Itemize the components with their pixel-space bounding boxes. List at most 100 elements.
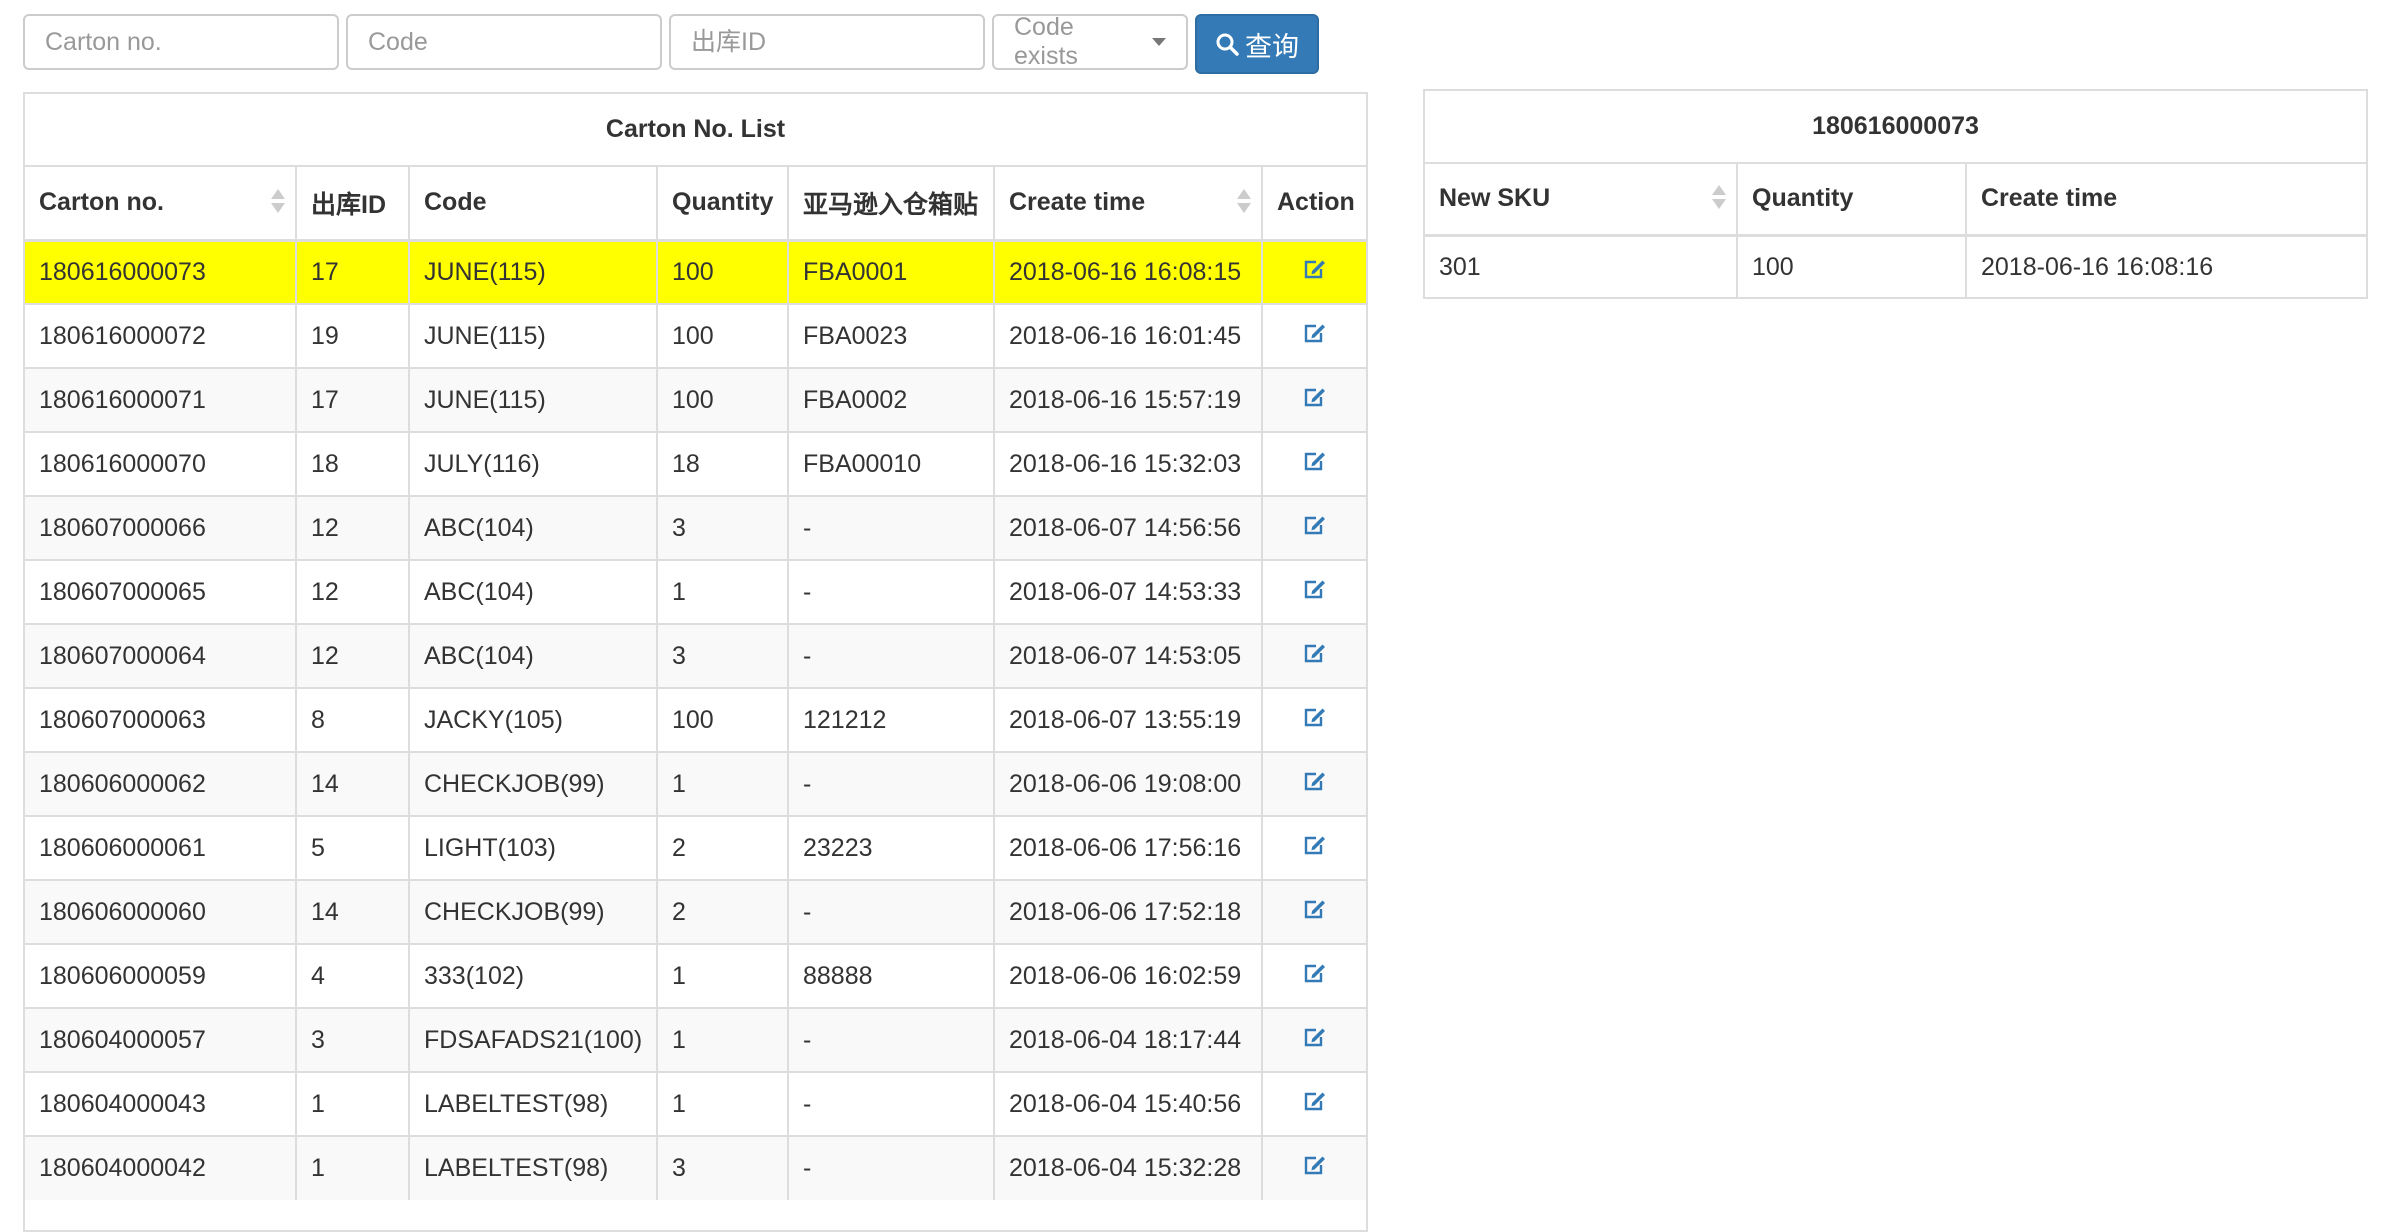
cell-carton-no: 180616000070 bbox=[25, 431, 297, 496]
cell-create-time: 2018-06-16 16:08:16 bbox=[1966, 234, 2366, 297]
outbound-id-input[interactable] bbox=[669, 14, 985, 70]
cell-create-time: 2018-06-04 15:32:28 bbox=[994, 1135, 1263, 1200]
edit-icon[interactable] bbox=[1303, 642, 1327, 671]
carton-list-title: Carton No. List bbox=[25, 94, 1366, 167]
edit-icon[interactable] bbox=[1303, 706, 1327, 735]
table-row[interactable]: 180616000071 17 JUNE(115) 100 FBA0002 2018-06… bbox=[25, 367, 1366, 432]
cell-create-time: 2018-06-07 13:55:19 bbox=[994, 687, 1263, 752]
cell-carton-no: 180616000073 bbox=[25, 239, 297, 304]
carton-table-header: Carton no. 出库ID Code Quantity 亚马逊入仓箱贴 Cr… bbox=[25, 167, 1366, 242]
header-carton-no[interactable]: Carton no. bbox=[25, 167, 297, 242]
table-row[interactable]: 180607000064 12 ABC(104) 3-2018-06-07 14:53… bbox=[25, 623, 1366, 688]
table-row[interactable]: 180604000043 1 LABELTEST(98) 1-2018-06-04 1… bbox=[25, 1071, 1366, 1136]
cell-create-time: 2018-06-07 14:56:56 bbox=[994, 495, 1263, 560]
cell-outbound-id: 17 bbox=[296, 239, 410, 304]
cell-amazon-label: FBA0002 bbox=[788, 367, 995, 432]
cell-code: ABC(104) bbox=[409, 623, 658, 688]
table-row[interactable]: 180607000066 12 ABC(104) 3-2018-06-07 14:56… bbox=[25, 495, 1366, 560]
header-label: Action bbox=[1277, 188, 1355, 217]
header-create-time[interactable]: Create time bbox=[994, 167, 1263, 242]
header-label: Quantity bbox=[1752, 184, 1854, 213]
cell-outbound-id: 14 bbox=[296, 879, 410, 944]
cell-create-time: 2018-06-07 14:53:05 bbox=[994, 623, 1263, 688]
cell-code: ABC(104) bbox=[409, 559, 658, 624]
cell-carton-no: 180606000061 bbox=[25, 815, 297, 880]
table-row[interactable]: 180604000042 1 LABELTEST(98) 3-2018-06-04 1… bbox=[25, 1135, 1366, 1200]
cell-action bbox=[1262, 687, 1366, 752]
table-row[interactable]: 180616000072 19 JUNE(115) 100 FBA0023 2018-06… bbox=[25, 303, 1366, 368]
detail-table-header: New SKU Quantity Create time bbox=[1425, 164, 2366, 237]
cell-code: CHECKJOB(99) bbox=[409, 751, 658, 816]
edit-icon[interactable] bbox=[1303, 898, 1327, 927]
cell-amazon-label: - bbox=[788, 751, 995, 816]
cell-action bbox=[1262, 367, 1366, 432]
cell-create-time: 2018-06-06 17:56:16 bbox=[994, 815, 1263, 880]
header-label: Quantity bbox=[672, 188, 774, 217]
table-row[interactable]: 180616000070 18 JULY(116) 18 FBA00010 2018-06… bbox=[25, 431, 1366, 496]
carton-no-input[interactable] bbox=[23, 14, 339, 70]
table-row[interactable]: 180616000073 17 JUNE(115) 100 FBA0001 2018-06… bbox=[25, 239, 1366, 304]
cell-code: LABELTEST(98) bbox=[409, 1135, 658, 1200]
cell-code: JUNE(115) bbox=[409, 303, 658, 368]
edit-icon[interactable] bbox=[1303, 322, 1327, 351]
caret-down-icon bbox=[1152, 38, 1166, 46]
table-row[interactable]: 180606000060 14 CHECKJOB(99) 2-2018-06-06 1… bbox=[25, 879, 1366, 944]
cell-action bbox=[1262, 623, 1366, 688]
edit-icon[interactable] bbox=[1303, 1154, 1327, 1183]
cell-quantity: 100 bbox=[657, 303, 789, 368]
header-new-sku[interactable]: New SKU bbox=[1425, 164, 1738, 237]
header-label: Create time bbox=[1009, 188, 1146, 217]
cell-amazon-label: - bbox=[788, 879, 995, 944]
cell-action bbox=[1262, 431, 1366, 496]
table-row[interactable]: 180606000062 14 CHECKJOB(99) 1-2018-06-06 1… bbox=[25, 751, 1366, 816]
cell-code: JULY(116) bbox=[409, 431, 658, 496]
table-row[interactable]: 180607000065 12 ABC(104) 1-2018-06-07 14:53… bbox=[25, 559, 1366, 624]
header-label: Code bbox=[424, 188, 487, 217]
edit-icon[interactable] bbox=[1303, 962, 1327, 991]
table-row[interactable]: 180607000063 8 JACKY(105) 100 121212 2018-06-… bbox=[25, 687, 1366, 752]
cell-carton-no: 180607000063 bbox=[25, 687, 297, 752]
code-exists-label: Code exists bbox=[1014, 13, 1078, 70]
cell-quantity: 1 bbox=[657, 1071, 789, 1136]
cell-carton-no: 180604000043 bbox=[25, 1071, 297, 1136]
header-label: Carton no. bbox=[39, 188, 164, 217]
edit-icon[interactable] bbox=[1303, 514, 1327, 543]
cell-action bbox=[1262, 815, 1366, 880]
edit-icon[interactable] bbox=[1303, 386, 1327, 415]
cell-carton-no: 180607000066 bbox=[25, 495, 297, 560]
code-input[interactable] bbox=[346, 14, 662, 70]
cell-carton-no: 180604000057 bbox=[25, 1007, 297, 1072]
table-row[interactable]: 180604000057 3 FDSAFADS21(100) 1-2018-06-04… bbox=[25, 1007, 1366, 1072]
edit-icon[interactable] bbox=[1303, 770, 1327, 799]
table-row[interactable]: 180606000061 5 LIGHT(103) 2 23223 2018-06-06 … bbox=[25, 815, 1366, 880]
carton-table: Carton no. 出库ID Code Quantity 亚马逊入仓箱贴 Cr… bbox=[25, 167, 1366, 1200]
cell-code: CHECKJOB(99) bbox=[409, 879, 658, 944]
table-row[interactable]: 301 100 2018-06-16 16:08:16 bbox=[1425, 234, 2366, 297]
table-row[interactable]: 180606000059 4 333(102) 1 88888 2018-06-06 16… bbox=[25, 943, 1366, 1008]
cell-amazon-label: - bbox=[788, 1135, 995, 1200]
edit-icon[interactable] bbox=[1303, 1090, 1327, 1119]
cell-amazon-label: FBA0001 bbox=[788, 239, 995, 304]
code-exists-dropdown[interactable]: Code exists bbox=[992, 13, 1188, 70]
cell-amazon-label: - bbox=[788, 1007, 995, 1072]
edit-icon[interactable] bbox=[1303, 1026, 1327, 1055]
cell-action bbox=[1262, 559, 1366, 624]
search-button-label: 查询 bbox=[1245, 31, 1299, 62]
cell-quantity: 3 bbox=[657, 495, 789, 560]
edit-icon[interactable] bbox=[1303, 834, 1327, 863]
edit-icon[interactable] bbox=[1303, 258, 1327, 287]
edit-icon[interactable] bbox=[1303, 450, 1327, 479]
cell-outbound-id: 3 bbox=[296, 1007, 410, 1072]
cell-quantity: 100 bbox=[657, 239, 789, 304]
cell-code: JACKY(105) bbox=[409, 687, 658, 752]
cell-quantity: 1 bbox=[657, 943, 789, 1008]
search-icon bbox=[1216, 33, 1239, 56]
edit-icon[interactable] bbox=[1303, 578, 1327, 607]
cell-create-time: 2018-06-06 19:08:00 bbox=[994, 751, 1263, 816]
header-quantity: Quantity bbox=[1737, 164, 1967, 237]
cell-create-time: 2018-06-04 15:40:56 bbox=[994, 1071, 1263, 1136]
cell-quantity: 100 bbox=[657, 367, 789, 432]
cell-outbound-id: 5 bbox=[296, 815, 410, 880]
search-button[interactable]: 查询 bbox=[1195, 14, 1319, 74]
sort-icon bbox=[1237, 188, 1251, 217]
